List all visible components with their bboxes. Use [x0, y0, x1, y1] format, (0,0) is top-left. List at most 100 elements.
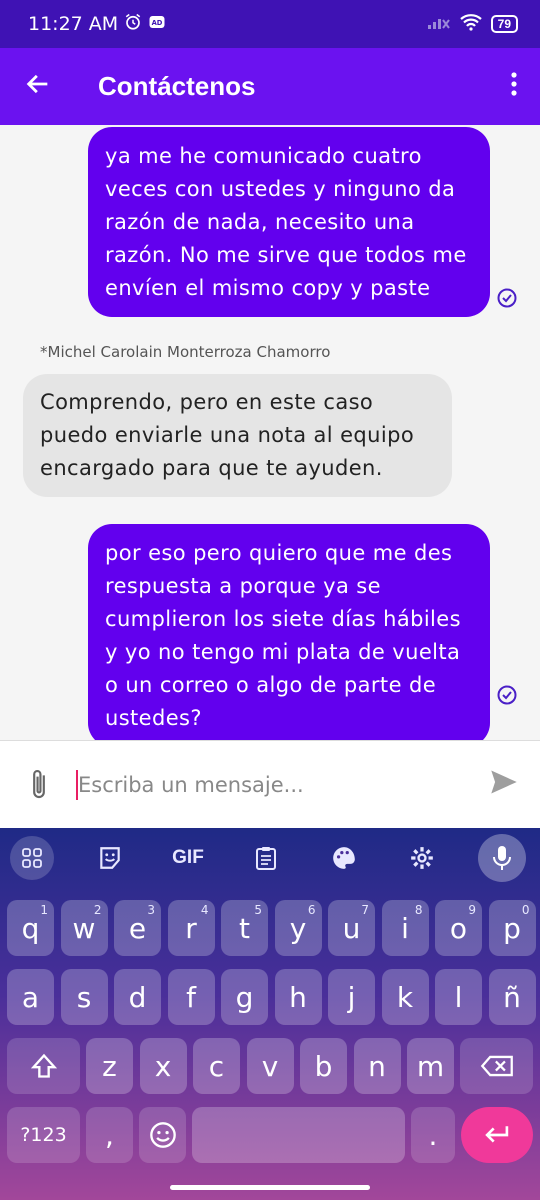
- settings-gear-icon[interactable]: [400, 836, 444, 880]
- back-arrow-icon[interactable]: [24, 70, 52, 103]
- read-check-icon: [497, 685, 517, 705]
- outgoing-message[interactable]: ya me he comunicado cuatro veces con ust…: [88, 127, 490, 317]
- key-hint: 5: [254, 903, 262, 917]
- key-hint: 9: [468, 903, 476, 917]
- outgoing-message[interactable]: por eso pero quiero que me des respuesta…: [88, 524, 490, 740]
- key-label: u: [342, 911, 361, 945]
- app-bar: Contáctenos: [0, 48, 540, 125]
- key-label: z: [102, 1049, 117, 1083]
- message-input[interactable]: [78, 772, 468, 797]
- key-p[interactable]: p0: [488, 900, 536, 956]
- microphone-icon[interactable]: [478, 834, 526, 882]
- alarm-icon: [124, 13, 142, 36]
- keyboard: GIF q1w2e3r4t5y6u7i8o9p0asdfghjklñzxcvbn…: [0, 828, 540, 1200]
- key-ñ[interactable]: ñ: [488, 969, 536, 1025]
- key-y[interactable]: y6: [274, 900, 322, 956]
- key-hint: 6: [307, 903, 316, 917]
- key-d[interactable]: d: [114, 969, 161, 1025]
- key-label: s: [76, 980, 92, 1014]
- chat-messages[interactable]: ya me he comunicado cuatro veces con ust…: [0, 125, 540, 740]
- key-label: m: [416, 1049, 445, 1083]
- more-options-icon[interactable]: [502, 70, 526, 103]
- key-label: o: [449, 911, 468, 945]
- key-label: a: [21, 980, 40, 1014]
- key-label: b: [314, 1049, 333, 1083]
- key-label: c: [208, 1049, 225, 1083]
- gif-button[interactable]: GIF: [166, 836, 210, 880]
- key-label: y: [289, 911, 307, 945]
- key-label: w: [72, 911, 96, 945]
- key-label: i: [401, 911, 409, 945]
- svg-text:AD: AD: [152, 19, 163, 27]
- key-e[interactable]: e3: [114, 900, 161, 956]
- key-label: n: [368, 1049, 386, 1083]
- key-label: h: [289, 980, 307, 1014]
- key-label: q: [21, 911, 40, 945]
- key-label: e: [128, 911, 147, 945]
- key-label: p: [503, 911, 521, 945]
- key-a[interactable]: a: [7, 969, 54, 1025]
- key-c[interactable]: c: [193, 1038, 240, 1094]
- key-f[interactable]: f: [167, 969, 215, 1025]
- period-key[interactable]: .: [411, 1107, 455, 1163]
- key-label: x: [154, 1049, 172, 1083]
- key-u[interactable]: u7: [328, 900, 375, 956]
- key-z[interactable]: z: [86, 1038, 133, 1094]
- key-h[interactable]: h: [274, 969, 322, 1025]
- key-n[interactable]: n: [353, 1038, 401, 1094]
- key-j[interactable]: j: [328, 969, 375, 1025]
- key-x[interactable]: x: [139, 1038, 187, 1094]
- sticker-icon[interactable]: [88, 836, 132, 880]
- key-g[interactable]: g: [221, 969, 268, 1025]
- key-label: k: [396, 980, 414, 1014]
- apps-grid-icon[interactable]: [10, 836, 54, 880]
- key-hint: 3: [147, 903, 155, 917]
- key-s[interactable]: s: [60, 969, 108, 1025]
- key-hint: 7: [361, 903, 369, 917]
- message-composer: [0, 740, 540, 828]
- key-r[interactable]: r4: [167, 900, 215, 956]
- key-hint: 1: [40, 903, 48, 917]
- attach-icon[interactable]: [24, 767, 54, 803]
- key-o[interactable]: o9: [435, 900, 482, 956]
- key-i[interactable]: i8: [381, 900, 429, 956]
- backspace-key[interactable]: [460, 1038, 533, 1094]
- send-icon[interactable]: [488, 768, 520, 801]
- key-label: t: [239, 911, 250, 945]
- status-bar: 11:27 AM AD 79: [0, 0, 540, 48]
- key-w[interactable]: w2: [60, 900, 108, 956]
- symbols-key[interactable]: ?123: [7, 1107, 80, 1163]
- clipboard-icon[interactable]: [244, 836, 288, 880]
- shift-key[interactable]: [7, 1038, 80, 1094]
- key-hint: 0: [521, 903, 530, 917]
- wifi-icon: [459, 13, 483, 36]
- read-check-icon: [497, 288, 517, 308]
- key-label: l: [454, 980, 463, 1014]
- emoji-key[interactable]: [139, 1107, 186, 1163]
- key-hint: 4: [200, 903, 209, 917]
- ad-notification-icon: AD: [148, 13, 166, 36]
- key-label: j: [347, 980, 356, 1014]
- battery-indicator: 79: [490, 15, 518, 33]
- status-time: 11:27 AM: [28, 13, 119, 35]
- key-k[interactable]: k: [381, 969, 429, 1025]
- key-v[interactable]: v: [246, 1038, 294, 1094]
- key-m[interactable]: m: [407, 1038, 454, 1094]
- key-label: r: [185, 911, 197, 945]
- key-label: v: [261, 1049, 279, 1083]
- space-key[interactable]: [192, 1107, 405, 1163]
- signal-off-icon: [427, 14, 451, 35]
- enter-key[interactable]: [461, 1107, 533, 1163]
- page-title: Contáctenos: [98, 71, 256, 101]
- incoming-message[interactable]: Comprendo, pero en este caso puedo envia…: [23, 374, 452, 497]
- key-t[interactable]: t5: [221, 900, 268, 956]
- key-hint: 2: [93, 903, 102, 917]
- key-b[interactable]: b: [300, 1038, 347, 1094]
- home-indicator[interactable]: [170, 1185, 370, 1190]
- key-l[interactable]: l: [435, 969, 482, 1025]
- key-q[interactable]: q1: [7, 900, 54, 956]
- key-label: d: [128, 980, 147, 1014]
- comma-key[interactable]: ,: [86, 1107, 133, 1163]
- palette-icon[interactable]: [322, 836, 366, 880]
- agent-name: *Michel Carolain Monterroza Chamorro: [40, 343, 331, 361]
